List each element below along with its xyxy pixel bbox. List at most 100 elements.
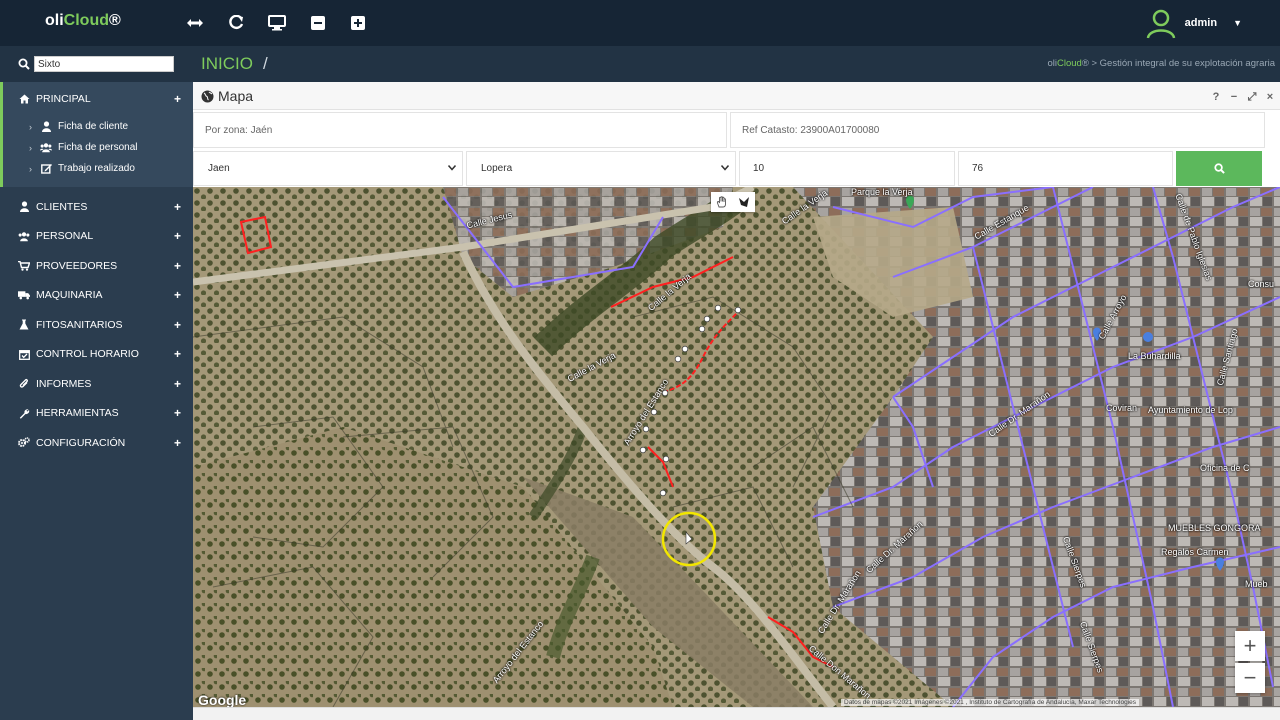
calendar-icon [18, 349, 30, 360]
provincia-select[interactable]: Jaen [193, 151, 463, 186]
search-input[interactable] [34, 56, 174, 72]
parcela-input[interactable]: 76 [958, 151, 1173, 186]
map-attribution: Datos de mapas ©2021 Imágenes ©2021 , In… [841, 699, 1140, 706]
sidebar-item-control-horario[interactable]: CONTROL HORARIO + [0, 340, 193, 370]
search-button[interactable] [1176, 151, 1262, 186]
minimize-icon[interactable]: − [1227, 90, 1241, 104]
sidebar-item-label: CLIENTES [36, 200, 88, 213]
expand-plus-icon: + [173, 229, 181, 244]
sidebar-item-label: INFORMES [36, 377, 92, 390]
sidebar-item-herramientas[interactable]: HERRAMIENTAS + [0, 399, 193, 429]
map-drawing-tools [711, 192, 755, 212]
fullscreen-icon[interactable]: ⤢ [1245, 90, 1259, 104]
catastro-field[interactable]: Ref Catasto: 23900A01700080 [730, 112, 1265, 148]
expand-plus-icon: + [173, 258, 181, 273]
sidebar-subitem-trabajo-realizado[interactable]: › Trabajo realizado [3, 158, 193, 179]
sidebar-menu: CLIENTES + PERSONAL + PROVEEDORES + MAQU… [0, 187, 193, 458]
menu-principal: PRINCIPAL + › Ficha de cliente › Ficha d… [0, 82, 193, 187]
zona-field[interactable]: Por zona: Jaén [193, 112, 727, 148]
help-icon[interactable]: ? [1209, 90, 1223, 104]
map-panel: Mapa ? − ⤢ × Por zona: Jaén Ref Catasto:… [193, 82, 1280, 720]
sidebar-item-label: HERRAMIENTAS [36, 407, 119, 420]
chevron-right-icon: › [29, 142, 32, 153]
sidebar-subitem-ficha-personal[interactable]: › Ficha de personal [3, 137, 193, 158]
poligono-input[interactable]: 10 [739, 151, 955, 186]
place-label: Consu [1248, 279, 1275, 289]
sidebar-search [0, 46, 193, 82]
sidebar-item-proveedores[interactable]: PROVEEDORES + [0, 251, 193, 281]
expand-plus-icon: + [173, 317, 181, 332]
close-icon[interactable]: × [1263, 90, 1277, 104]
sidebar-item-label: MAQUINARIA [36, 289, 103, 302]
hand-pan-icon[interactable] [711, 192, 733, 212]
map-canvas[interactable] [193, 187, 1280, 707]
sidebar-item-principal[interactable]: PRINCIPAL + [3, 82, 193, 116]
page-title: INICIO [201, 54, 253, 73]
sidebar-item-label: FITOSANITARIOS [36, 318, 123, 331]
sidebar-item-informes[interactable]: INFORMES + [0, 369, 193, 399]
sidebar-subitem-label: Ficha de personal [58, 142, 138, 153]
flask-icon [18, 319, 30, 330]
sidebar-subitem-label: Ficha de cliente [58, 121, 129, 132]
truck-icon [18, 290, 30, 300]
user-menu[interactable]: admin ▼ [1145, 7, 1242, 39]
sidebar-item-label: PRINCIPAL [36, 93, 91, 105]
users-icon [40, 142, 52, 153]
refresh-icon[interactable] [226, 13, 246, 33]
expand-plus-icon: + [173, 376, 181, 391]
users-icon [18, 231, 30, 242]
panel-controls: ? − ⤢ × [1209, 90, 1277, 104]
panel-title: Mapa [201, 88, 253, 104]
expand-plus-icon: + [173, 199, 181, 214]
top-navbar: oliCloud® admin ▼ [0, 0, 1280, 46]
provincia-value: Jaen [208, 163, 230, 174]
brand-logo[interactable]: oliCloud® [45, 12, 121, 30]
place-label: MUEBLES GONGORA [1168, 523, 1261, 533]
search-icon [18, 58, 30, 70]
panel-header: Mapa ? − ⤢ × [193, 82, 1280, 110]
panel-footer [193, 707, 1280, 720]
expand-plus-icon: + [173, 406, 181, 421]
cart-icon [18, 260, 30, 271]
sidebar: PRINCIPAL + › Ficha de cliente › Ficha d… [0, 46, 193, 720]
wrench-icon [18, 408, 30, 419]
sidebar-subitem-ficha-cliente[interactable]: › Ficha de cliente [3, 116, 193, 137]
place-label: Oficina de C [1200, 463, 1250, 473]
municipio-value: Lopera [481, 163, 513, 174]
sidebar-item-label: CONTROL HORARIO [36, 348, 139, 361]
municipio-select[interactable]: Lopera [466, 151, 736, 186]
chevron-down-icon [721, 165, 729, 171]
sidebar-item-label: CONFIGURACIÓN [36, 436, 126, 449]
minus-square-icon[interactable] [308, 13, 328, 33]
sidebar-item-fitosanitarios[interactable]: FITOSANITARIOS + [0, 310, 193, 340]
breadcrumb-separator: / [263, 54, 268, 73]
cogs-icon [18, 437, 30, 448]
chevron-right-icon: › [29, 163, 32, 174]
zoom-out-button[interactable]: − [1235, 663, 1265, 693]
place-label: Mueb [1245, 579, 1268, 589]
chevron-right-icon: › [29, 121, 32, 132]
zoom-in-button[interactable]: + [1235, 631, 1265, 661]
expand-horizontal-icon[interactable] [185, 13, 205, 33]
globe-icon [201, 90, 214, 102]
sidebar-item-personal[interactable]: PERSONAL + [0, 222, 193, 252]
satellite-map[interactable]: Calle Jesus Calle la Verja Calle la Verj… [193, 187, 1280, 707]
desktop-icon[interactable] [267, 13, 287, 33]
park-label: Parque la Verja [851, 187, 913, 197]
edit-icon [40, 163, 52, 174]
plus-square-icon[interactable] [348, 13, 368, 33]
sidebar-item-maquinaria[interactable]: MAQUINARIA + [0, 281, 193, 311]
search-icon [1213, 163, 1225, 174]
place-label: La Buhardilla [1128, 351, 1181, 361]
user-avatar-icon [1146, 9, 1175, 39]
sidebar-item-clientes[interactable]: CLIENTES + [0, 192, 193, 222]
place-label: Coviran [1106, 403, 1138, 413]
sidebar-item-configuracion[interactable]: CONFIGURACIÓN + [0, 428, 193, 458]
sidebar-subitem-label: Trabajo realizado [58, 163, 135, 174]
draw-polygon-icon[interactable] [733, 192, 755, 212]
paperclip-icon [18, 378, 30, 389]
place-label: Regalos Carmen [1161, 547, 1229, 557]
place-label: Ayuntamiento de Lop [1148, 405, 1233, 415]
chevron-down-icon [448, 165, 456, 171]
breadcrumb: INICIO / oliCloud® > Gestión integral de… [193, 46, 1280, 82]
